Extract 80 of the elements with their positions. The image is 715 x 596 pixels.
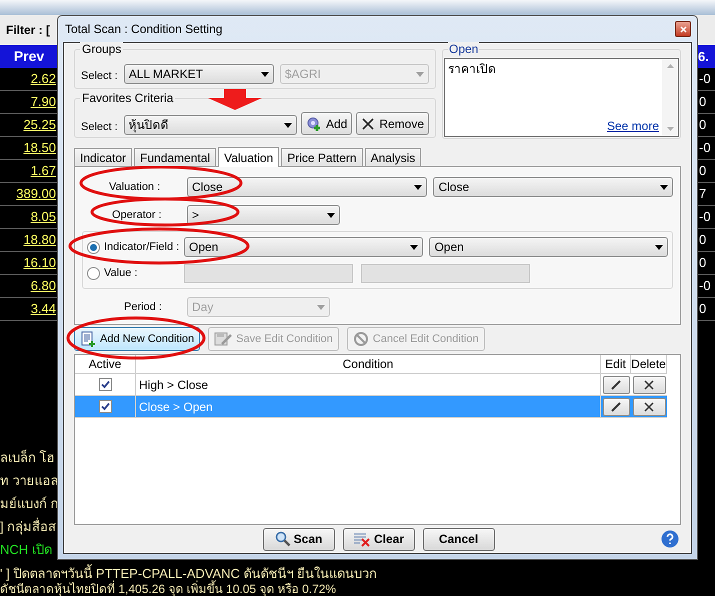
dropdown[interactable]: Close [187, 177, 427, 197]
pencil-icon [610, 400, 622, 412]
dropdown-caret-icon [654, 244, 663, 250]
dropdown[interactable]: หุ้นปิดดี [124, 115, 297, 135]
checkbox[interactable] [98, 400, 112, 413]
column-header: Condition [136, 355, 601, 373]
pencil-icon [610, 378, 622, 390]
tab[interactable]: Analysis [364, 148, 422, 166]
tab[interactable]: Valuation [218, 147, 280, 167]
close-button[interactable] [675, 21, 691, 37]
news-line: ] กลุ่มสื่อส [0, 516, 56, 536]
news-line: ลเบล็ก โฮ [0, 448, 55, 467]
dropdown[interactable]: Open [429, 237, 668, 257]
footer-button[interactable]: Clear [342, 528, 414, 550]
group-label: Favorites Criteria [80, 91, 176, 105]
search-icon [274, 531, 291, 547]
radio-button[interactable] [87, 240, 100, 254]
see-more-link[interactable]: See more [606, 117, 659, 135]
filter-label: Filter : [ [6, 22, 50, 39]
group-label: Open [448, 42, 480, 56]
dropdown-caret-icon [414, 184, 422, 190]
field-label: Select : [81, 68, 118, 84]
tab[interactable]: Fundamental [134, 148, 216, 166]
tab[interactable]: Indicator [74, 148, 132, 166]
news-line: ท วายแอล [0, 472, 59, 490]
dropdown-caret-icon [260, 72, 269, 76]
close-icon [644, 402, 654, 412]
dropdown-caret-icon [317, 304, 325, 310]
dropdown-caret-icon [416, 72, 424, 76]
radio-button[interactable] [87, 266, 100, 280]
column-header: 6. [697, 45, 715, 68]
footer-button[interactable]: Scan [262, 528, 334, 550]
annotation-arrow [208, 89, 262, 110]
footer-button[interactable]: Cancel [422, 528, 494, 550]
close-icon [680, 26, 686, 32]
close-icon [361, 116, 376, 130]
column-header: Active [75, 355, 136, 373]
news-line: ดัชนีตลาดหุ้นไทยปิดที่ 1,405.26 จุด เพิ่มขึ้น 10.05 จุด หรือ 0.72% [0, 582, 336, 596]
description-text: ราคาเปิด [448, 61, 496, 78]
scroll-up-icon [666, 64, 674, 68]
document-plus-icon [80, 331, 96, 347]
checkbox[interactable] [98, 378, 112, 391]
condition-text: High > Close [139, 376, 208, 394]
condition-row[interactable]: High > Close [75, 374, 667, 396]
column-header: Edit [601, 355, 631, 373]
news-line: ' ] ปิดตลาดฯวันนี้ PTTEP-CPALL-ADVANC ดันดัชนีฯ ยืนในแดนบวก [0, 563, 378, 581]
field-label: Period : [124, 300, 162, 315]
scroll-down-icon [666, 127, 674, 131]
dropdown[interactable]: ALL MARKET [124, 64, 274, 84]
delete-button[interactable] [632, 398, 666, 416]
tab[interactable]: Price Pattern [281, 148, 363, 166]
save-pencil-icon [214, 331, 232, 347]
field-label: Operator : [112, 208, 162, 223]
dropdown[interactable]: > [187, 205, 340, 225]
edit-button[interactable] [602, 376, 630, 394]
column-header: Delete [631, 355, 667, 373]
prohibited-icon [352, 331, 369, 347]
field-label: Select : [81, 120, 118, 134]
close-icon [644, 380, 654, 390]
condition-button[interactable]: Add New Condition [74, 327, 200, 351]
remove-button[interactable]: Remove [356, 112, 429, 135]
field-label: Indicator/Field : [104, 240, 180, 255]
dropdown-caret-icon [327, 212, 335, 218]
column-header: Prev [0, 45, 58, 68]
dropdown-caret-icon [284, 122, 292, 128]
dropdown[interactable]: Open [184, 237, 423, 257]
dropdown[interactable]: Close [433, 177, 673, 197]
condition-text: Close > Open [139, 398, 213, 416]
group-label: Groups [80, 42, 124, 56]
add-button[interactable]: Add [300, 112, 352, 135]
window-title: Total Scan : Condition Setting [64, 21, 222, 38]
field-label: Valuation : [109, 180, 160, 195]
field-label: Value : [104, 266, 138, 281]
list-cross-icon [352, 531, 371, 547]
dropdown-caret-icon [660, 184, 668, 190]
news-line: NCH เปิด [0, 541, 52, 559]
edit-button[interactable] [602, 398, 630, 416]
delete-button[interactable] [632, 376, 666, 394]
dropdown-caret-icon [410, 244, 418, 250]
help-icon[interactable] [661, 530, 679, 548]
